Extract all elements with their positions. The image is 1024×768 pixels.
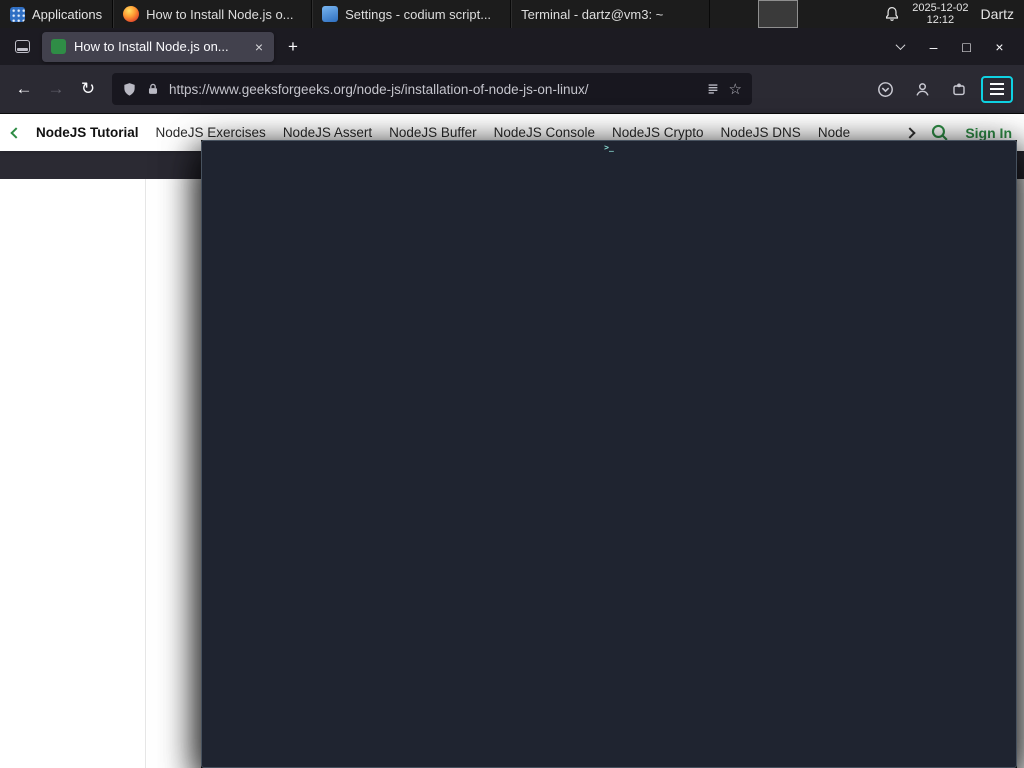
firefox-icon — [123, 6, 140, 22]
reload-button[interactable]: ↻ — [72, 73, 104, 105]
tracking-shield-icon[interactable] — [122, 82, 137, 97]
taskbar-button-label: Terminal - dartz@vm3: ~ — [521, 6, 664, 22]
firefox-view-icon — [14, 40, 30, 53]
page-sidebar-divider — [145, 179, 146, 768]
back-button[interactable]: ← — [8, 73, 40, 105]
user-menu[interactable]: Dartz — [981, 6, 1014, 22]
nav-link-nodejs-buffer[interactable]: NodeJS Buffer — [389, 125, 477, 140]
nav-link-nodejs-crypto[interactable]: NodeJS Crypto — [612, 125, 704, 140]
browser-tab[interactable]: How to Install Node.js on... × — [42, 31, 274, 62]
nav-link-nodejs-console[interactable]: NodeJS Console — [494, 125, 595, 140]
account-icon[interactable] — [907, 75, 937, 103]
nav-link-nodejs-tutorial[interactable]: NodeJS Tutorial — [36, 125, 139, 140]
nav-link-node[interactable]: Node — [818, 125, 850, 140]
taskbar-button[interactable]: How to Install Node.js o... — [113, 0, 313, 28]
extensions-icon[interactable] — [944, 75, 974, 103]
url-bar[interactable]: https://www.geeksforgeeks.org/node-js/in… — [112, 73, 752, 105]
tab-title: How to Install Node.js on... — [74, 39, 229, 54]
system-tray: 2025-12-02 12:12 Dartz — [874, 0, 1024, 28]
notification-bell-icon[interactable] — [884, 6, 900, 22]
tab-strip: How to Install Node.js on... × + – □ × — [0, 28, 1024, 65]
browser-toolbar: ← → ↻ https://www.geeksforgeeks.org/node… — [0, 65, 1024, 114]
window-minimize-button[interactable]: – — [917, 33, 950, 61]
chevron-down-icon — [895, 40, 906, 51]
reader-mode-icon[interactable] — [706, 82, 720, 96]
nav-scroll-left-icon[interactable] — [10, 126, 22, 139]
bookmark-star-icon[interactable]: ☆ — [729, 80, 742, 98]
applications-menu[interactable]: Applications — [0, 0, 114, 28]
site-nav-links: NodeJS Tutorial NodeJS Exercises NodeJS As… — [36, 125, 850, 140]
pocket-icon[interactable] — [870, 75, 900, 103]
window-close-button[interactable]: × — [983, 33, 1016, 61]
taskbar-button-label: How to Install Node.js o... — [146, 6, 294, 22]
clock-date: 2025-12-02 — [912, 1, 969, 14]
firefox-view-button[interactable] — [8, 33, 36, 61]
applications-label: Applications — [32, 6, 103, 22]
tab-favicon — [51, 39, 66, 54]
taskbar-button[interactable]: Settings - codium script... — [312, 0, 512, 28]
nav-link-nodejs-dns[interactable]: NodeJS DNS — [721, 125, 801, 140]
url-text[interactable]: https://www.geeksforgeeks.org/node-js/in… — [169, 82, 697, 97]
clock-time: 12:12 — [926, 14, 955, 26]
toolbar-right-icons — [870, 75, 1016, 103]
nav-link-nodejs-exercises[interactable]: NodeJS Exercises — [156, 125, 266, 140]
taskbar-button-label: Settings - codium script... — [345, 6, 492, 22]
lock-icon[interactable] — [146, 82, 160, 96]
menu-button[interactable] — [981, 75, 1013, 103]
settings-icon — [322, 6, 339, 22]
applications-icon — [10, 6, 25, 22]
taskbar-button[interactable]: >_ — [201, 0, 1017, 768]
sign-in-button[interactable]: Sign In — [965, 125, 1012, 141]
tab-close-icon[interactable]: × — [253, 39, 265, 55]
taskbar-button[interactable]: >_Terminal - dartz@vm3: ~ — [201, 0, 1017, 768]
taskbar: How to Install Node.js o... Settings - co… — [113, 0, 1017, 768]
top-panel: Applications How to Install Node.js o...… — [0, 0, 1024, 768]
nav-link-nodejs-assert[interactable]: NodeJS Assert — [283, 125, 372, 140]
nav-scroll-right-icon[interactable] — [904, 126, 916, 139]
window-maximize-button[interactable]: □ — [950, 33, 983, 61]
list-tabs-button[interactable] — [884, 33, 917, 61]
panel-clock[interactable]: 2025-12-02 12:12 — [912, 2, 968, 27]
new-tab-button[interactable]: + — [279, 33, 307, 61]
forward-button[interactable]: → — [40, 73, 72, 105]
